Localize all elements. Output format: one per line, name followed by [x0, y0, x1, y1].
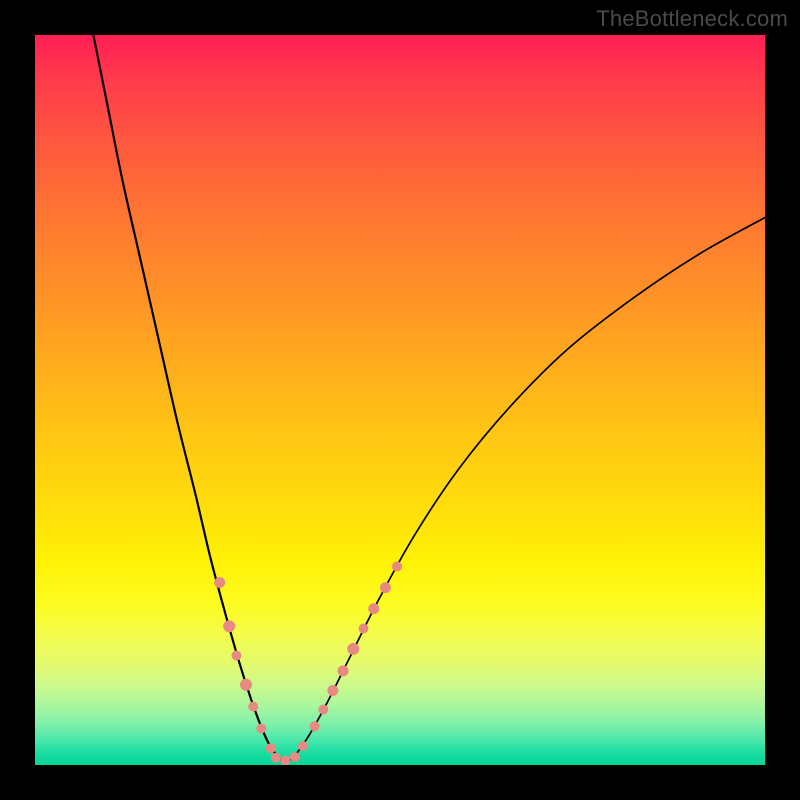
- marker-right-6: [359, 623, 369, 633]
- marker-bottom-1: [280, 756, 290, 765]
- marker-right-0: [298, 741, 308, 751]
- marker-right-7: [368, 603, 379, 614]
- marker-group: [214, 561, 402, 765]
- marker-left-5: [256, 724, 266, 734]
- marker-right-9: [392, 561, 402, 571]
- marker-left-1: [223, 620, 235, 632]
- marker-right-1: [310, 721, 320, 731]
- marker-bottom-2: [290, 752, 300, 762]
- curve-left-branch: [93, 35, 285, 763]
- marker-right-2: [318, 705, 328, 715]
- marker-right-3: [327, 685, 338, 696]
- marker-left-2: [231, 651, 241, 661]
- marker-bottom-0: [271, 753, 281, 763]
- plot-area: [35, 35, 765, 765]
- marker-right-5: [347, 643, 359, 655]
- marker-left-6: [266, 743, 276, 753]
- curve-right-branch: [285, 218, 765, 763]
- chart-svg: [35, 35, 765, 765]
- marker-right-4: [338, 665, 349, 676]
- marker-right-8: [380, 582, 391, 593]
- marker-left-4: [248, 702, 258, 712]
- chart-frame: TheBottleneck.com: [0, 0, 800, 800]
- marker-left-0: [214, 577, 225, 588]
- marker-left-3: [240, 679, 252, 691]
- watermark-text: TheBottleneck.com: [596, 6, 788, 32]
